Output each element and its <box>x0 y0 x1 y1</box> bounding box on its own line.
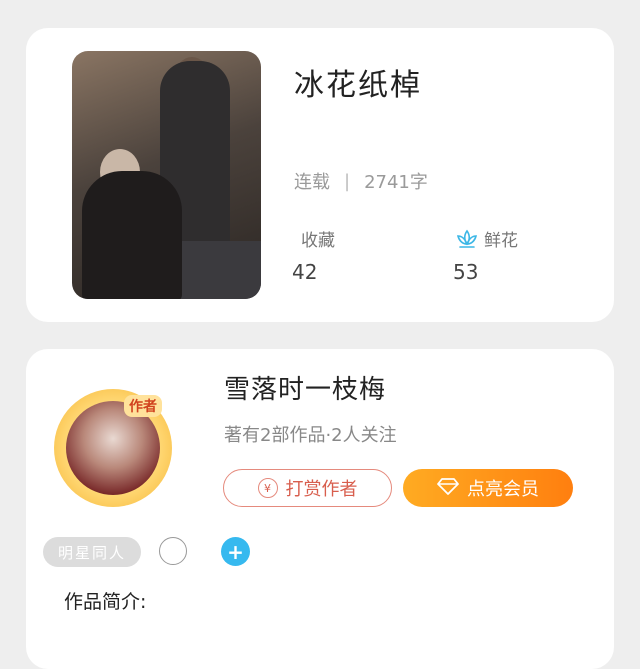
add-tag-button[interactable]: + <box>221 537 250 566</box>
flowers-stat[interactable]: 鲜花 <box>456 226 518 251</box>
cover-figure-sitting <box>82 171 182 299</box>
book-cover-image[interactable] <box>72 51 261 299</box>
book-info-card: 冰花纸棹 连载 | 2741字 收藏 42 鲜花 53 <box>26 28 614 322</box>
author-card: 作者 雪落时一枝梅 著有2部作品·2人关注 ¥ 打赏作者 点亮会员 明星同人 +… <box>26 349 614 669</box>
vip-button-label: 点亮会员 <box>467 479 539 500</box>
book-title: 冰花纸棹 <box>294 68 422 103</box>
favorites-count: 42 <box>292 260 318 284</box>
author-meta: 著有2部作品·2人关注 <box>224 425 397 446</box>
serial-status: 连载 <box>294 172 330 193</box>
tag-option-circle[interactable] <box>159 537 187 565</box>
word-count: 2741字 <box>364 172 428 193</box>
flowers-count: 53 <box>453 260 479 284</box>
lotus-icon <box>456 229 478 249</box>
yen-coin-icon: ¥ <box>257 478 278 498</box>
favorites-label: 收藏 <box>301 231 335 251</box>
reward-author-button[interactable]: ¥ 打赏作者 <box>223 469 392 507</box>
intro-label: 作品简介: <box>64 591 147 613</box>
author-name[interactable]: 雪落时一枝梅 <box>224 369 386 406</box>
category-tag[interactable]: 明星同人 <box>43 537 141 567</box>
author-avatar[interactable]: 作者 <box>54 389 172 507</box>
plus-icon: + <box>227 539 244 564</box>
diamond-icon <box>437 477 459 500</box>
flowers-label: 鲜花 <box>484 231 518 251</box>
author-badge: 作者 <box>124 395 162 417</box>
book-status-row: 连载 | 2741字 <box>294 168 428 194</box>
reward-button-label: 打赏作者 <box>285 479 358 500</box>
vip-button[interactable]: 点亮会员 <box>403 469 573 507</box>
divider: | <box>344 170 351 192</box>
